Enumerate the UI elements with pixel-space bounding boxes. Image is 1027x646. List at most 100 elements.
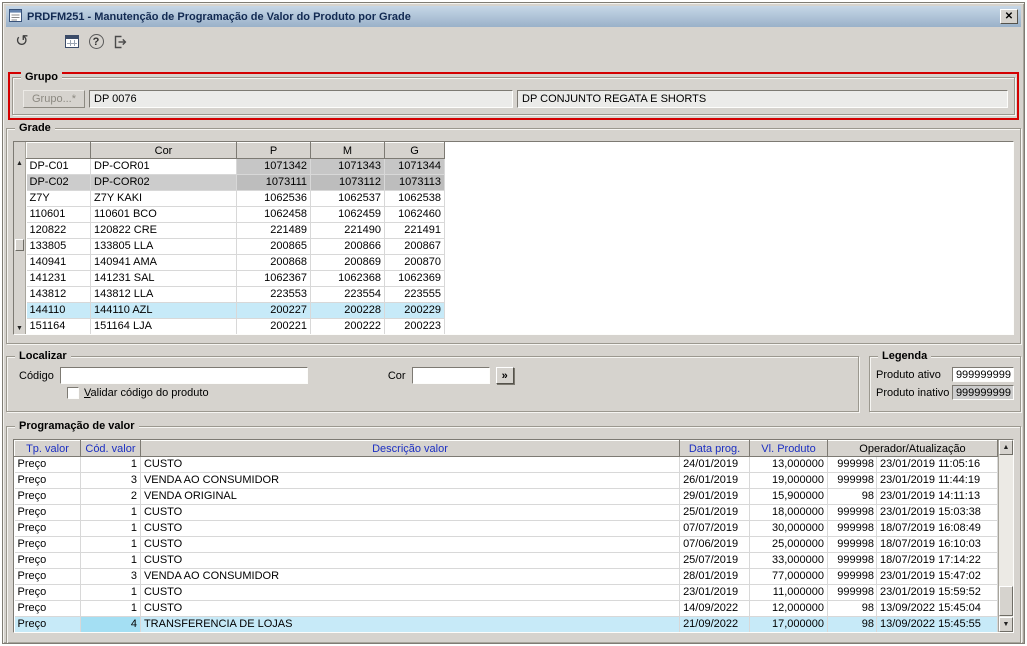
grade-code-cell: DP-C02 xyxy=(26,174,91,191)
grade-p-cell: 200865 xyxy=(236,238,311,255)
grade-m-cell: 1073112 xyxy=(310,174,385,191)
programacao-row[interactable]: Preço 4 TRANSFERENCIA DE LOJAS 21/09/202… xyxy=(14,616,999,632)
header-tp-valor[interactable]: Tp. valor xyxy=(14,440,81,457)
grupo-description-field[interactable]: DP CONJUNTO REGATA E SHORTS xyxy=(517,90,1008,108)
scroll-down-icon[interactable]: ▼ xyxy=(999,617,1013,632)
grade-row[interactable]: DP-C01 DP-COR01 1071342 1071343 1071344 xyxy=(26,158,445,175)
grade-p-cell: 1062458 xyxy=(236,206,311,223)
exit-button[interactable] xyxy=(108,30,132,53)
scroll-down-icon[interactable]: ▼ xyxy=(16,324,23,334)
data-prog-cell: 24/01/2019 xyxy=(679,456,751,473)
programacao-row[interactable]: Preço 1 CUSTO 25/07/2019 33,000000 99999… xyxy=(14,552,999,569)
data-prog-cell: 21/09/2022 xyxy=(679,616,751,632)
grade-row[interactable]: 144110 144110 AZL 200227 200228 200229 xyxy=(26,302,445,319)
vl-produto-cell: 11,000000 xyxy=(749,584,828,601)
grade-record-scrollbar[interactable]: ▲ ▼ xyxy=(14,142,26,334)
scroll-thumb[interactable] xyxy=(999,586,1013,616)
header-descricao-valor[interactable]: Descrição valor xyxy=(139,440,681,457)
descricao-valor-cell: CUSTO xyxy=(140,600,681,617)
programacao-groupbox-label: Programação de valor xyxy=(15,420,139,432)
grade-row[interactable]: 120822 120822 CRE 221489 221490 221491 xyxy=(26,222,445,239)
header-vl-produto[interactable]: Vl. Produto xyxy=(749,440,828,457)
operador-value: 999998 xyxy=(831,505,877,520)
scroll-up-icon[interactable]: ▲ xyxy=(16,159,23,169)
scroll-track[interactable] xyxy=(14,169,25,324)
cod-valor-cell: 1 xyxy=(80,600,141,617)
programacao-row[interactable]: Preço 1 CUSTO 23/01/2019 11,000000 99999… xyxy=(14,584,999,601)
grade-row[interactable]: 143812 143812 LLA 223553 223554 223555 xyxy=(26,286,445,303)
header-data-prog[interactable]: Data prog. xyxy=(679,440,751,457)
grade-cor-cell: DP-COR02 xyxy=(90,174,237,191)
close-button[interactable]: ✕ xyxy=(1000,9,1018,24)
programacao-row[interactable]: Preço 2 VENDA ORIGINAL 29/01/2019 15,900… xyxy=(14,488,999,505)
grade-table: Cor P M G DP-C01 DP-COR01 1071342 107134… xyxy=(26,142,445,334)
operador-value: 999998 xyxy=(831,521,877,536)
vl-produto-cell: 30,000000 xyxy=(749,520,828,537)
grade-m-cell: 1062537 xyxy=(310,190,385,207)
grade-header-g[interactable]: G xyxy=(384,142,445,159)
programacao-row[interactable]: Preço 1 CUSTO 07/07/2019 30,000000 99999… xyxy=(14,520,999,537)
grade-row[interactable]: DP-C02 DP-COR02 1073111 1073112 1073113 xyxy=(26,174,445,191)
grade-row[interactable]: 110601 110601 BCO 1062458 1062459 106246… xyxy=(26,206,445,223)
programacao-row[interactable]: Preço 1 CUSTO 24/01/2019 13,000000 99999… xyxy=(14,456,999,473)
programacao-row[interactable]: Preço 3 VENDA AO CONSUMIDOR 26/01/2019 1… xyxy=(14,472,999,489)
undo-button[interactable]: ↺ xyxy=(10,30,34,53)
programacao-row[interactable]: Preço 3 VENDA AO CONSUMIDOR 28/01/2019 7… xyxy=(14,568,999,585)
middle-row: Localizar Código Cor » Validar código do… xyxy=(6,350,1021,412)
grade-code-cell: 151164 xyxy=(26,318,91,334)
grade-code-cell: DP-C01 xyxy=(26,158,91,175)
programacao-row[interactable]: Preço 1 CUSTO 07/06/2019 25,000000 99999… xyxy=(14,536,999,553)
vl-produto-cell: 33,000000 xyxy=(749,552,828,569)
grade-header-p[interactable]: P xyxy=(236,142,311,159)
atualizacao-value: 18/07/2019 17:14:22 xyxy=(879,554,981,566)
data-prog-cell: 26/01/2019 xyxy=(679,472,751,489)
grade-header-row: Cor P M G xyxy=(26,142,445,159)
grade-cor-cell: 144110 AZL xyxy=(90,302,237,319)
programacao-row[interactable]: Preço 1 CUSTO 25/01/2019 18,000000 99999… xyxy=(14,504,999,521)
grade-g-cell: 1062369 xyxy=(384,270,445,287)
grade-row[interactable]: Z7Y Z7Y KAKI 1062536 1062537 1062538 xyxy=(26,190,445,207)
programacao-header-row: Tp. valor Cód. valor Descrição valor Dat… xyxy=(14,440,999,457)
tp-valor-cell: Preço xyxy=(14,504,81,521)
header-cod-valor[interactable]: Cód. valor xyxy=(79,440,141,457)
operador-value: 98 xyxy=(831,601,877,616)
atualizacao-value: 23/01/2019 15:03:38 xyxy=(879,506,981,518)
calendar-button[interactable] xyxy=(60,30,84,53)
grade-row[interactable]: 133805 133805 LLA 200865 200866 200867 xyxy=(26,238,445,255)
vl-produto-cell: 17,000000 xyxy=(749,616,828,632)
scroll-track[interactable] xyxy=(999,455,1013,617)
descricao-valor-cell: CUSTO xyxy=(140,504,681,521)
vl-produto-cell: 18,000000 xyxy=(749,504,828,521)
cor-input[interactable] xyxy=(411,367,490,384)
validate-code-checkbox[interactable] xyxy=(67,387,79,399)
localizar-groupbox: Localizar Código Cor » Validar código do… xyxy=(6,350,859,412)
grade-m-cell: 200869 xyxy=(310,254,385,271)
grade-header-cor[interactable]: Cor xyxy=(90,142,237,159)
tp-valor-cell: Preço xyxy=(14,472,81,489)
grade-code-cell: 110601 xyxy=(26,206,91,223)
grade-g-cell: 200229 xyxy=(384,302,445,319)
grupo-button[interactable]: Grupo...* xyxy=(23,90,86,108)
programacao-row[interactable]: Preço 1 CUSTO 14/09/2022 12,000000 98 13/… xyxy=(14,600,999,617)
programacao-scrollbar[interactable]: ▲ ▼ xyxy=(998,440,1013,632)
data-prog-cell: 14/09/2022 xyxy=(679,600,751,617)
codigo-input[interactable] xyxy=(59,367,308,384)
operador-atualizacao-cell: 98 13/09/2022 15:45:55 xyxy=(827,616,999,632)
header-operador-atualizacao[interactable]: Operador/Atualização xyxy=(826,440,999,457)
grade-row[interactable]: 141231 141231 SAL 1062367 1062368 106236… xyxy=(26,270,445,287)
produto-inativo-label: Produto inativo xyxy=(876,386,950,399)
operador-atualizacao-cell: 999998 23/01/2019 11:44:19 xyxy=(827,472,999,489)
scroll-thumb[interactable] xyxy=(15,238,24,251)
cod-valor-cell: 1 xyxy=(80,520,141,537)
grade-row[interactable]: 151164 151164 LJA 200221 200222 200223 xyxy=(26,318,445,334)
produto-ativo-sample: 999999999 xyxy=(952,367,1014,382)
atualizacao-value: 13/09/2022 15:45:04 xyxy=(879,602,981,614)
grade-header-m[interactable]: M xyxy=(310,142,385,159)
grade-g-cell: 200870 xyxy=(384,254,445,271)
grade-row[interactable]: 140941 140941 AMA 200868 200869 200870 xyxy=(26,254,445,271)
scroll-up-icon[interactable]: ▲ xyxy=(999,440,1013,455)
search-color-button[interactable]: » xyxy=(495,367,514,384)
help-button[interactable]: ? xyxy=(84,30,108,53)
grupo-code-field[interactable]: DP 0076 xyxy=(89,90,514,108)
cod-valor-cell: 2 xyxy=(80,488,141,505)
